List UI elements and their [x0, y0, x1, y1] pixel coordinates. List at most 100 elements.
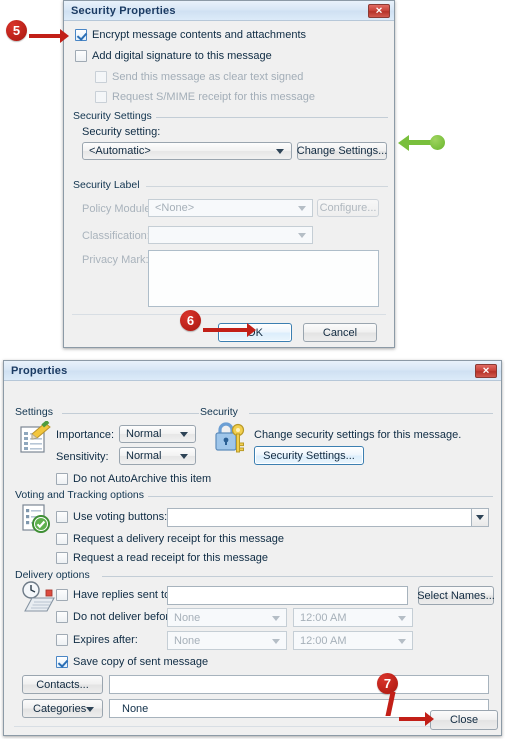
time-do-not-deliver-before[interactable]: 12:00 AM	[293, 608, 413, 627]
checkbox-delivery-receipt-label: Request a delivery receipt for this mess…	[73, 533, 284, 545]
lock-key-icon	[214, 419, 246, 455]
checkbox-clear-text-signed[interactable]: Send this message as clear text signed	[95, 71, 303, 83]
date-expires-after-value: None	[174, 634, 201, 647]
security-dialog-titlebar: Security Properties ✕	[64, 1, 394, 21]
checkbox-add-digital-signature[interactable]: Add digital signature to this message	[75, 50, 272, 62]
categories-button-label: Categories	[33, 702, 87, 715]
contacts-button[interactable]: Contacts...	[22, 675, 103, 694]
callout-step-7: 7	[377, 673, 398, 694]
checkbox-signature-label: Add digital signature to this message	[92, 50, 272, 62]
checkbox-have-replies-sent-to[interactable]: Have replies sent to:	[56, 589, 173, 601]
checkbox-encrypt-box[interactable]	[75, 29, 87, 41]
time-expires-after[interactable]: 12:00 AM	[293, 631, 413, 650]
checkbox-delivery-receipt[interactable]: Request a delivery receipt for this mess…	[56, 533, 284, 545]
chevron-down-icon[interactable]	[276, 149, 284, 154]
chevron-down-icon[interactable]	[272, 615, 280, 621]
time-do-not-deliver-value: 12:00 AM	[300, 611, 347, 624]
checkbox-expires-after[interactable]: Expires after:	[56, 634, 138, 646]
cancel-button[interactable]: Cancel	[303, 323, 377, 342]
security-dialog-body: Encrypt message contents and attachments…	[64, 21, 394, 348]
chevron-down-icon[interactable]	[298, 233, 306, 238]
group-security-label: Security Label	[72, 179, 388, 191]
checkbox-clear-text-label: Send this message as clear text signed	[112, 71, 304, 83]
callout-arrow-6	[203, 323, 258, 337]
chevron-down-icon[interactable]	[86, 706, 94, 712]
checkbox-do-not-autoarchive[interactable]: Do not AutoArchive this item	[56, 473, 211, 485]
chevron-down-icon[interactable]	[272, 638, 280, 644]
checkbox-expires-after-box[interactable]	[56, 634, 68, 646]
checkbox-autoarchive-label: Do not AutoArchive this item	[73, 473, 212, 485]
checkbox-autoarchive-box[interactable]	[56, 473, 68, 485]
input-contacts[interactable]	[109, 675, 489, 694]
checkbox-smime-receipt[interactable]: Request S/MIME receipt for this message	[95, 91, 315, 103]
checkbox-have-replies-box[interactable]	[56, 589, 68, 601]
contacts-button-label: Contacts...	[36, 678, 89, 691]
checkbox-encrypt-message[interactable]: Encrypt message contents and attachments	[75, 29, 306, 41]
group-security-settings: Security Settings	[72, 110, 388, 122]
chevron-down-icon[interactable]	[298, 206, 306, 211]
security-description: Change security settings for this messag…	[254, 429, 462, 441]
screenshot-root: Security Properties ✕ Encrypt message co…	[0, 0, 505, 739]
checkbox-signature-box[interactable]	[75, 50, 87, 62]
label-sensitivity: Sensitivity:	[56, 451, 109, 463]
combo-voting-buttons[interactable]	[167, 508, 489, 527]
checkbox-clear-text-box[interactable]	[95, 71, 107, 83]
chevron-down-icon[interactable]	[398, 615, 406, 621]
group-security: Security	[199, 406, 493, 418]
close-button[interactable]: Close	[430, 710, 498, 730]
textarea-privacy-mark[interactable]	[148, 250, 379, 307]
configure-button[interactable]: Configure...	[317, 199, 379, 217]
checkbox-read-receipt-box[interactable]	[56, 552, 68, 564]
categories-button[interactable]: Categories	[22, 699, 103, 718]
change-settings-button[interactable]: Change Settings...	[297, 142, 387, 160]
close-button-label: Close	[449, 714, 479, 726]
checkbox-use-voting-buttons[interactable]: Use voting buttons:	[56, 511, 167, 523]
combo-classification[interactable]	[148, 226, 313, 244]
chevron-down-icon[interactable]	[471, 509, 488, 526]
label-privacy-mark: Privacy Mark:	[82, 254, 149, 266]
input-have-replies-sent-to[interactable]	[167, 586, 408, 605]
close-icon[interactable]: ✕	[368, 4, 390, 18]
checkbox-do-not-deliver-before[interactable]: Do not deliver before:	[56, 611, 178, 623]
highlight-dot	[430, 135, 445, 150]
checkbox-use-voting-box[interactable]	[56, 511, 68, 523]
select-names-button[interactable]: Select Names...	[417, 586, 495, 605]
clock-envelope-icon	[20, 581, 56, 617]
chevron-down-icon[interactable]	[180, 454, 188, 459]
close-icon[interactable]: ✕	[475, 364, 497, 378]
date-do-not-deliver-before[interactable]: None	[167, 608, 287, 627]
checkbox-read-receipt[interactable]: Request a read receipt for this message	[56, 552, 268, 564]
properties-dialog-body: Settings Importance: Normal Sensitivity:…	[4, 381, 501, 736]
checkbox-do-not-deliver-box[interactable]	[56, 611, 68, 623]
time-expires-after-value: 12:00 AM	[300, 634, 347, 647]
callout-step-5: 5	[6, 20, 27, 41]
group-line	[249, 413, 493, 414]
checkbox-save-copy-of-sent-message[interactable]: Save copy of sent message	[56, 656, 208, 668]
combo-policy-module[interactable]: <None>	[148, 199, 313, 217]
checkbox-save-copy-box[interactable]	[56, 656, 68, 668]
properties-dialog-titlebar: Properties ✕	[4, 361, 501, 381]
chevron-down-icon[interactable]	[180, 432, 188, 437]
label-importance: Importance:	[56, 429, 115, 441]
checkbox-delivery-receipt-box[interactable]	[56, 533, 68, 545]
combo-policy-module-value: <None>	[155, 202, 195, 214]
security-settings-button[interactable]: Security Settings...	[254, 446, 364, 465]
checkbox-have-replies-label: Have replies sent to:	[73, 589, 174, 601]
checkbox-save-copy-label: Save copy of sent message	[73, 656, 209, 668]
combo-sensitivity[interactable]: Normal	[119, 447, 196, 465]
group-line	[62, 413, 210, 414]
checkbox-do-not-deliver-label: Do not deliver before:	[73, 611, 179, 623]
checkbox-smime-box[interactable]	[95, 91, 107, 103]
combo-importance[interactable]: Normal	[119, 425, 196, 443]
date-expires-after[interactable]: None	[167, 631, 287, 650]
combo-sensitivity-value: Normal	[126, 450, 162, 462]
combo-security-setting[interactable]: <Automatic>	[82, 142, 292, 160]
footer-divider	[14, 726, 491, 727]
security-settings-button-label: Security Settings...	[263, 449, 355, 462]
cancel-button-label: Cancel	[322, 326, 358, 339]
group-line	[148, 496, 493, 497]
chevron-down-icon[interactable]	[398, 638, 406, 644]
date-do-not-deliver-value: None	[174, 611, 201, 624]
input-categories-value: None	[122, 702, 149, 715]
checkbox-use-voting-label: Use voting buttons:	[73, 511, 168, 523]
